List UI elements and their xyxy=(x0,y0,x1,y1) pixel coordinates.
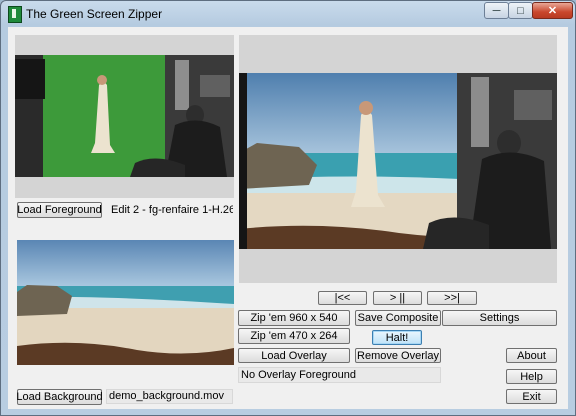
app-window: The Green Screen Zipper ─ □ ✕ Load Foreg… xyxy=(0,0,576,416)
foreground-file-name: Edit 2 - fg-renfaire 1-H.264 for A xyxy=(111,204,233,216)
maximize-icon: □ xyxy=(517,4,524,17)
skip-to-end-button[interactable]: >>| xyxy=(427,291,477,305)
composite-frame xyxy=(239,73,557,249)
save-composite-button[interactable]: Save Composite xyxy=(355,310,441,326)
zip-470-button[interactable]: Zip 'em 470 x 264 xyxy=(238,328,350,344)
foreground-frame xyxy=(15,35,234,198)
composite-preview xyxy=(239,35,557,283)
app-icon xyxy=(8,6,22,23)
title-bar[interactable]: The Green Screen Zipper ─ □ ✕ xyxy=(1,1,575,26)
exit-button[interactable]: Exit xyxy=(506,389,557,404)
main-panel: Load Foreground Edit 2 - fg-renfaire 1-H… xyxy=(8,27,568,409)
about-button[interactable]: About xyxy=(506,348,557,363)
zip-960-button[interactable]: Zip 'em 960 x 540 xyxy=(238,310,350,326)
remove-overlay-button[interactable]: Remove Overlay xyxy=(355,348,441,363)
help-button[interactable]: Help xyxy=(506,369,557,384)
minimize-icon: ─ xyxy=(492,4,501,17)
maximize-button[interactable]: □ xyxy=(508,2,533,19)
background-file-name: demo_background.mov xyxy=(106,389,233,404)
minimize-button[interactable]: ─ xyxy=(484,2,509,19)
load-foreground-button[interactable]: Load Foreground xyxy=(17,202,102,218)
overlay-status: No Overlay Foreground xyxy=(238,367,441,383)
play-pause-button[interactable]: > || xyxy=(373,291,422,305)
halt-button[interactable]: Halt! xyxy=(372,330,422,345)
background-frame xyxy=(17,240,234,365)
load-background-button[interactable]: Load Background xyxy=(16,389,103,405)
settings-button[interactable]: Settings xyxy=(442,310,557,326)
load-overlay-button[interactable]: Load Overlay xyxy=(238,348,350,363)
window-title: The Green Screen Zipper xyxy=(26,7,163,21)
close-icon: ✕ xyxy=(547,5,558,17)
foreground-preview xyxy=(15,35,234,198)
background-preview xyxy=(17,240,234,365)
close-button[interactable]: ✕ xyxy=(532,2,573,19)
rewind-button[interactable]: |<< xyxy=(318,291,367,305)
